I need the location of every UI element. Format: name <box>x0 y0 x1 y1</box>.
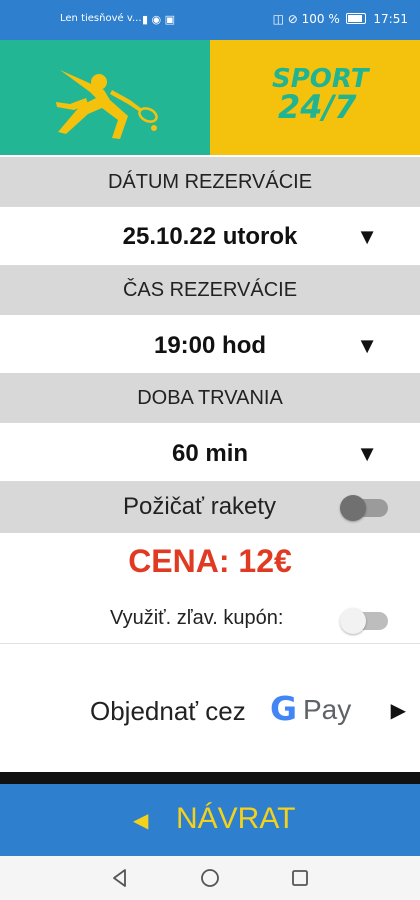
app-banner: SPORT 24/7 <box>0 40 420 155</box>
gpay-pay-text: Pay <box>303 694 352 725</box>
banner-yellow-panel: SPORT 24/7 <box>210 40 420 155</box>
carrier-text: Len tiesňové v... <box>60 13 142 24</box>
status-right: ◫ ⊘ 100 % 17:51 <box>273 12 408 26</box>
time-value: 19:00 hod <box>153 332 267 359</box>
nfc-icon: ◫ <box>272 12 284 26</box>
date-header: DÁTUM REZERVÁCIE <box>0 157 420 207</box>
separator-bar <box>0 772 420 784</box>
coupon-toggle[interactable] <box>340 608 388 634</box>
chevron-down-icon[interactable]: ▼ <box>356 315 378 377</box>
back-button[interactable]: ◀ NÁVRAT <box>0 784 420 856</box>
mute-icon: ⊘ <box>287 12 298 26</box>
time-header: ČAS REZERVÁCIE <box>0 265 420 315</box>
back-label: NÁVRAT <box>176 802 296 835</box>
play-arrow-icon: ▶ <box>390 700 406 722</box>
chevron-down-icon[interactable]: ▼ <box>356 423 378 485</box>
back-arrow-icon: ◀ <box>133 810 149 832</box>
sport247-logo: SPORT 24/7 <box>272 65 368 126</box>
gpay-order-button[interactable]: Objednať cez G Pay ▶ <box>0 665 420 765</box>
battery-icon <box>345 13 366 24</box>
status-bar: Len tiesňové v... ▮ ◉ ▣ ◫ ⊘ 100 % 17:51 <box>0 0 420 40</box>
time-dropdown[interactable]: 19:00 hod ▼ <box>0 315 420 373</box>
rackets-label: Požičať rakety <box>123 493 277 520</box>
tennis-player-icon <box>56 70 158 139</box>
date-dropdown[interactable]: 25.10.22 utorok ▼ <box>0 207 420 265</box>
system-navigation-bar <box>0 856 420 900</box>
back-triangle-icon[interactable] <box>108 866 132 890</box>
rackets-row: Požičať rakety <box>0 481 420 533</box>
price-text: CENA: 12€ <box>128 543 292 579</box>
chevron-down-icon[interactable]: ▼ <box>356 207 378 267</box>
google-g-icon: G <box>270 689 298 728</box>
banner-teal-panel <box>0 40 210 155</box>
logo-line2: 24/7 <box>278 88 357 126</box>
date-value: 25.10.22 utorok <box>122 223 298 250</box>
duration-value: 60 min <box>171 440 249 467</box>
toggle-knob <box>340 495 366 521</box>
coupon-label: Využiť. zľav. kupón: <box>110 607 284 629</box>
recents-square-icon[interactable] <box>288 866 312 890</box>
gpay-label: Objednať cez <box>90 696 246 726</box>
battery-percent: 100 % <box>301 12 340 26</box>
home-circle-icon[interactable] <box>198 866 222 890</box>
rackets-toggle[interactable] <box>340 495 388 521</box>
clock: 17:51 <box>373 12 408 26</box>
duration-header: DOBA TRVANIA <box>0 373 420 423</box>
toggle-knob <box>340 608 366 634</box>
signal-wifi-icons: ▮ ◉ ▣ <box>142 13 176 26</box>
duration-dropdown[interactable]: 60 min ▼ <box>0 423 420 481</box>
divider <box>0 643 420 644</box>
